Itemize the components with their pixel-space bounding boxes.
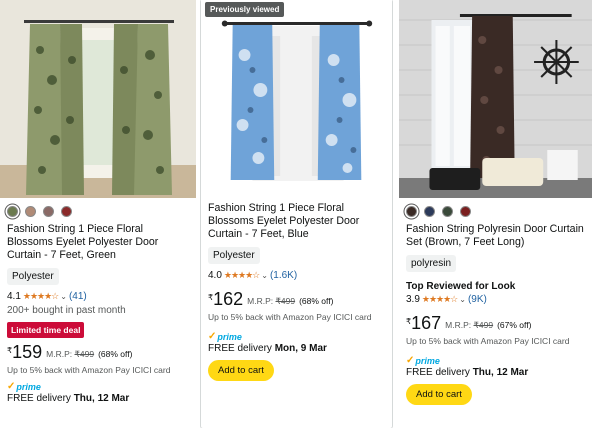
star-rating-icon: ★★★★☆	[22, 291, 59, 301]
product-title[interactable]: Fashion String 1 Piece Floral Blossoms E…	[7, 223, 190, 262]
material-badge: Polyester	[208, 247, 260, 264]
delivery-info: FREE delivery Thu, 12 Mar	[7, 393, 130, 404]
star-rating-icon: ★★★★☆	[223, 270, 260, 280]
chevron-down-icon[interactable]: ⌄	[60, 292, 67, 301]
product-grid: Fashion String 1 Piece Floral Blossoms E…	[0, 0, 592, 428]
price-row: ₹ 162 M.R.P: ₹499 (68% off)	[208, 289, 334, 309]
prime-logo: ✓ prime	[208, 331, 242, 342]
swatch-4[interactable]	[460, 205, 471, 217]
color-swatches	[406, 204, 589, 218]
swatch-3[interactable]	[442, 205, 453, 217]
chevron-down-icon[interactable]: ⌄	[459, 295, 466, 304]
delivery-info: FREE delivery Mon, 9 Mar	[208, 343, 327, 354]
swatch-3[interactable]	[43, 205, 54, 217]
blue-curtain-image	[201, 0, 392, 193]
rating-value: 3.9	[406, 294, 420, 305]
star-rating-icon: ★★★★☆	[421, 294, 458, 304]
review-count[interactable]: (41)	[69, 291, 87, 302]
product-title[interactable]: Fashion String 1 Piece Floral Blossoms E…	[208, 202, 386, 241]
top-reviewed-label: Top Reviewed for Look	[406, 281, 516, 292]
review-count[interactable]: (1.6K)	[270, 270, 297, 281]
product-image-green[interactable]	[0, 0, 196, 198]
add-to-cart-button[interactable]: Add to cart	[406, 384, 472, 405]
product-image-blue[interactable]: Previously viewed	[201, 0, 392, 193]
price-row: ₹ 159 M.R.P: ₹499 (68% off)	[7, 342, 133, 362]
product-card-green[interactable]: Fashion String 1 Piece Floral Blossoms E…	[0, 0, 196, 428]
prime-logo: ✓ prime	[406, 355, 440, 366]
cashback-offer: Up to 5% back with Amazon Pay ICICI card	[406, 336, 570, 346]
cashback-offer: Up to 5% back with Amazon Pay ICICI card	[7, 365, 171, 375]
product-image-brown[interactable]	[399, 0, 592, 198]
price[interactable]: 162	[213, 290, 243, 308]
price-row: ₹ 167 M.R.P: ₹499 (67% off)	[406, 313, 532, 333]
chevron-down-icon[interactable]: ⌄	[261, 271, 268, 280]
green-curtain-image	[0, 0, 196, 198]
swatch-1[interactable]	[406, 205, 417, 217]
rating-value: 4.1	[7, 291, 21, 302]
product-card-brown[interactable]: Fashion String Polyresin Door Curtain Se…	[399, 0, 592, 428]
swatch-1[interactable]	[7, 205, 18, 217]
bought-count: 200+ bought in past month	[7, 305, 126, 316]
mrp: ₹499	[275, 296, 296, 306]
swatch-2[interactable]	[25, 205, 36, 217]
rating-row[interactable]: 4.0 ★★★★☆ ⌄ (1.6K)	[208, 270, 386, 281]
swatch-4[interactable]	[61, 205, 72, 217]
prime-check-icon: ✓	[208, 331, 217, 342]
brown-curtain-image	[399, 0, 592, 198]
discount: (68% off)	[299, 296, 334, 306]
discount: (68% off)	[98, 349, 133, 359]
deal-badge: Limited time deal	[7, 322, 85, 338]
delivery-info: FREE delivery Thu, 12 Mar	[406, 367, 529, 378]
add-to-cart-button[interactable]: Add to cart	[208, 360, 274, 381]
price[interactable]: 159	[12, 343, 42, 361]
product-title[interactable]: Fashion String Polyresin Door Curtain Se…	[406, 223, 589, 249]
rating-row[interactable]: 4.1 ★★★★☆ ⌄ (41)	[7, 291, 190, 302]
swatch-2[interactable]	[424, 205, 435, 217]
color-swatches	[7, 204, 190, 218]
price[interactable]: 167	[411, 314, 441, 332]
material-badge: polyresin	[406, 255, 457, 272]
mrp: ₹499	[74, 349, 95, 359]
product-card-blue[interactable]: Previously viewed Fashion String 1 Piece…	[200, 0, 393, 428]
prime-check-icon: ✓	[406, 355, 415, 366]
previously-viewed-badge: Previously viewed	[205, 2, 285, 17]
cashback-offer: Up to 5% back with Amazon Pay ICICI card	[208, 312, 372, 322]
discount: (67% off)	[497, 320, 532, 330]
rating-row[interactable]: 3.9 ★★★★☆ ⌄ (9K)	[406, 294, 589, 305]
mrp: ₹499	[473, 320, 494, 330]
rating-value: 4.0	[208, 270, 222, 281]
material-badge: Polyester	[7, 268, 59, 285]
prime-logo: ✓ prime	[7, 381, 41, 392]
prime-check-icon: ✓	[7, 381, 16, 392]
review-count[interactable]: (9K)	[468, 294, 487, 305]
